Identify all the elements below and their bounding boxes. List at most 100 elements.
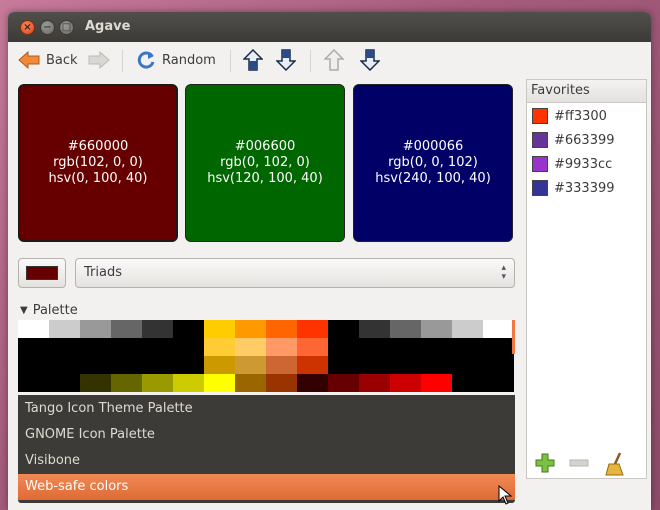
menu-item-visibone[interactable]: Visibone [18,448,515,474]
palette-cell[interactable] [390,374,421,392]
palette-cell[interactable] [80,320,111,338]
palette-cell[interactable] [235,356,266,374]
palette-cell[interactable] [452,356,483,374]
back-button[interactable]: Back [18,48,78,72]
palette-cell[interactable] [173,320,204,338]
palette-cell[interactable] [421,320,452,338]
toolbar: Back Random [8,42,651,78]
palette-cell[interactable] [204,356,235,374]
palette-cell[interactable] [80,356,111,374]
palette-cell[interactable] [297,356,328,374]
palette-cell[interactable] [111,374,142,392]
palette-cell[interactable] [452,338,483,356]
palette-cell[interactable] [49,374,80,392]
palette-cell[interactable] [359,374,390,392]
palette-cell[interactable] [390,356,421,374]
palette-cell[interactable] [49,338,80,356]
darken-button[interactable] [276,48,296,72]
palette-cell[interactable] [390,338,421,356]
minus-icon [568,459,590,478]
expander-triangle-icon: ▼ [20,305,28,316]
palette-cell[interactable] [266,356,297,374]
palette-cell[interactable] [173,356,204,374]
favorite-swatch [532,108,548,124]
color-picker-button[interactable] [18,258,66,288]
palette-cell[interactable] [204,338,235,356]
palette-cell[interactable] [49,356,80,374]
palette-cell[interactable] [111,338,142,356]
saturate-button[interactable] [324,48,344,72]
favorite-item[interactable]: #663399 [532,130,615,150]
palette-cell[interactable] [483,320,514,338]
palette-cell[interactable] [421,338,452,356]
palette-cell[interactable] [483,374,514,392]
palette-cell[interactable] [80,338,111,356]
palette-cell[interactable] [235,338,266,356]
palette-cell[interactable] [204,320,235,338]
palette-cell[interactable] [18,338,49,356]
palette-cell[interactable] [173,338,204,356]
palette-cell[interactable] [266,338,297,356]
palette-cell[interactable] [297,338,328,356]
palette-grid[interactable] [18,320,514,392]
palette-cell[interactable] [111,320,142,338]
palette-cell[interactable] [49,320,80,338]
palette-cell[interactable] [18,356,49,374]
favorite-swatch [532,180,548,196]
palette-cell[interactable] [297,374,328,392]
forward-button[interactable] [88,48,110,72]
palette-cell[interactable] [204,374,235,392]
close-window-button[interactable]: × [20,20,35,35]
palette-cell[interactable] [483,356,514,374]
palette-cell[interactable] [328,374,359,392]
clear-favorites-button[interactable] [604,452,626,480]
lighten-button[interactable] [243,48,263,72]
menu-item-gnome[interactable]: GNOME Icon Palette [18,422,515,448]
palette-cell[interactable] [452,374,483,392]
palette-cell[interactable] [390,320,421,338]
swatch-hsv: hsv(0, 100, 40) [48,171,148,186]
favorite-item[interactable]: #ff3300 [532,106,607,126]
palette-cell[interactable] [359,356,390,374]
favorite-item[interactable]: #9933cc [532,154,612,174]
color-swatch-3[interactable]: #000066 rgb(0, 0, 102) hsv(240, 100, 40) [353,84,513,242]
palette-cell[interactable] [297,320,328,338]
palette-cell[interactable] [266,374,297,392]
palette-cell[interactable] [266,320,297,338]
add-favorite-button[interactable] [534,452,556,478]
palette-cell[interactable] [328,356,359,374]
palette-cell[interactable] [483,338,514,356]
palette-cell[interactable] [359,320,390,338]
remove-favorite-button[interactable] [568,452,590,478]
palette-cell[interactable] [421,356,452,374]
palette-cell[interactable] [80,374,111,392]
favorite-hex: #333399 [554,180,615,196]
palette-cell[interactable] [18,374,49,392]
desaturate-button[interactable] [360,48,380,72]
palette-cell[interactable] [359,338,390,356]
maximize-window-button[interactable]: □ [59,20,74,35]
palette-cell[interactable] [142,374,173,392]
menu-item-tango[interactable]: Tango Icon Theme Palette [18,396,515,422]
minimize-window-button[interactable]: − [40,20,55,35]
palette-cell[interactable] [142,338,173,356]
favorite-swatch [532,156,548,172]
palette-cell[interactable] [235,320,266,338]
palette-cell[interactable] [421,374,452,392]
scheme-select[interactable]: Triads ▴ ▾ [75,258,515,288]
palette-cell[interactable] [452,320,483,338]
favorite-item[interactable]: #333399 [532,178,615,198]
palette-cell[interactable] [328,338,359,356]
palette-cell[interactable] [111,356,142,374]
color-swatch-2[interactable]: #006600 rgb(0, 102, 0) hsv(120, 100, 40) [185,84,345,242]
random-button[interactable]: Random [136,48,216,72]
palette-cell[interactable] [235,374,266,392]
menu-item-web-safe[interactable]: Web-safe colors [18,474,515,500]
palette-cell[interactable] [328,320,359,338]
palette-cell[interactable] [18,320,49,338]
palette-cell[interactable] [142,320,173,338]
palette-cell[interactable] [173,374,204,392]
palette-expander[interactable]: ▼ Palette [20,303,78,318]
color-swatch-1[interactable]: #660000 rgb(102, 0, 0) hsv(0, 100, 40) [18,84,178,242]
palette-cell[interactable] [142,356,173,374]
